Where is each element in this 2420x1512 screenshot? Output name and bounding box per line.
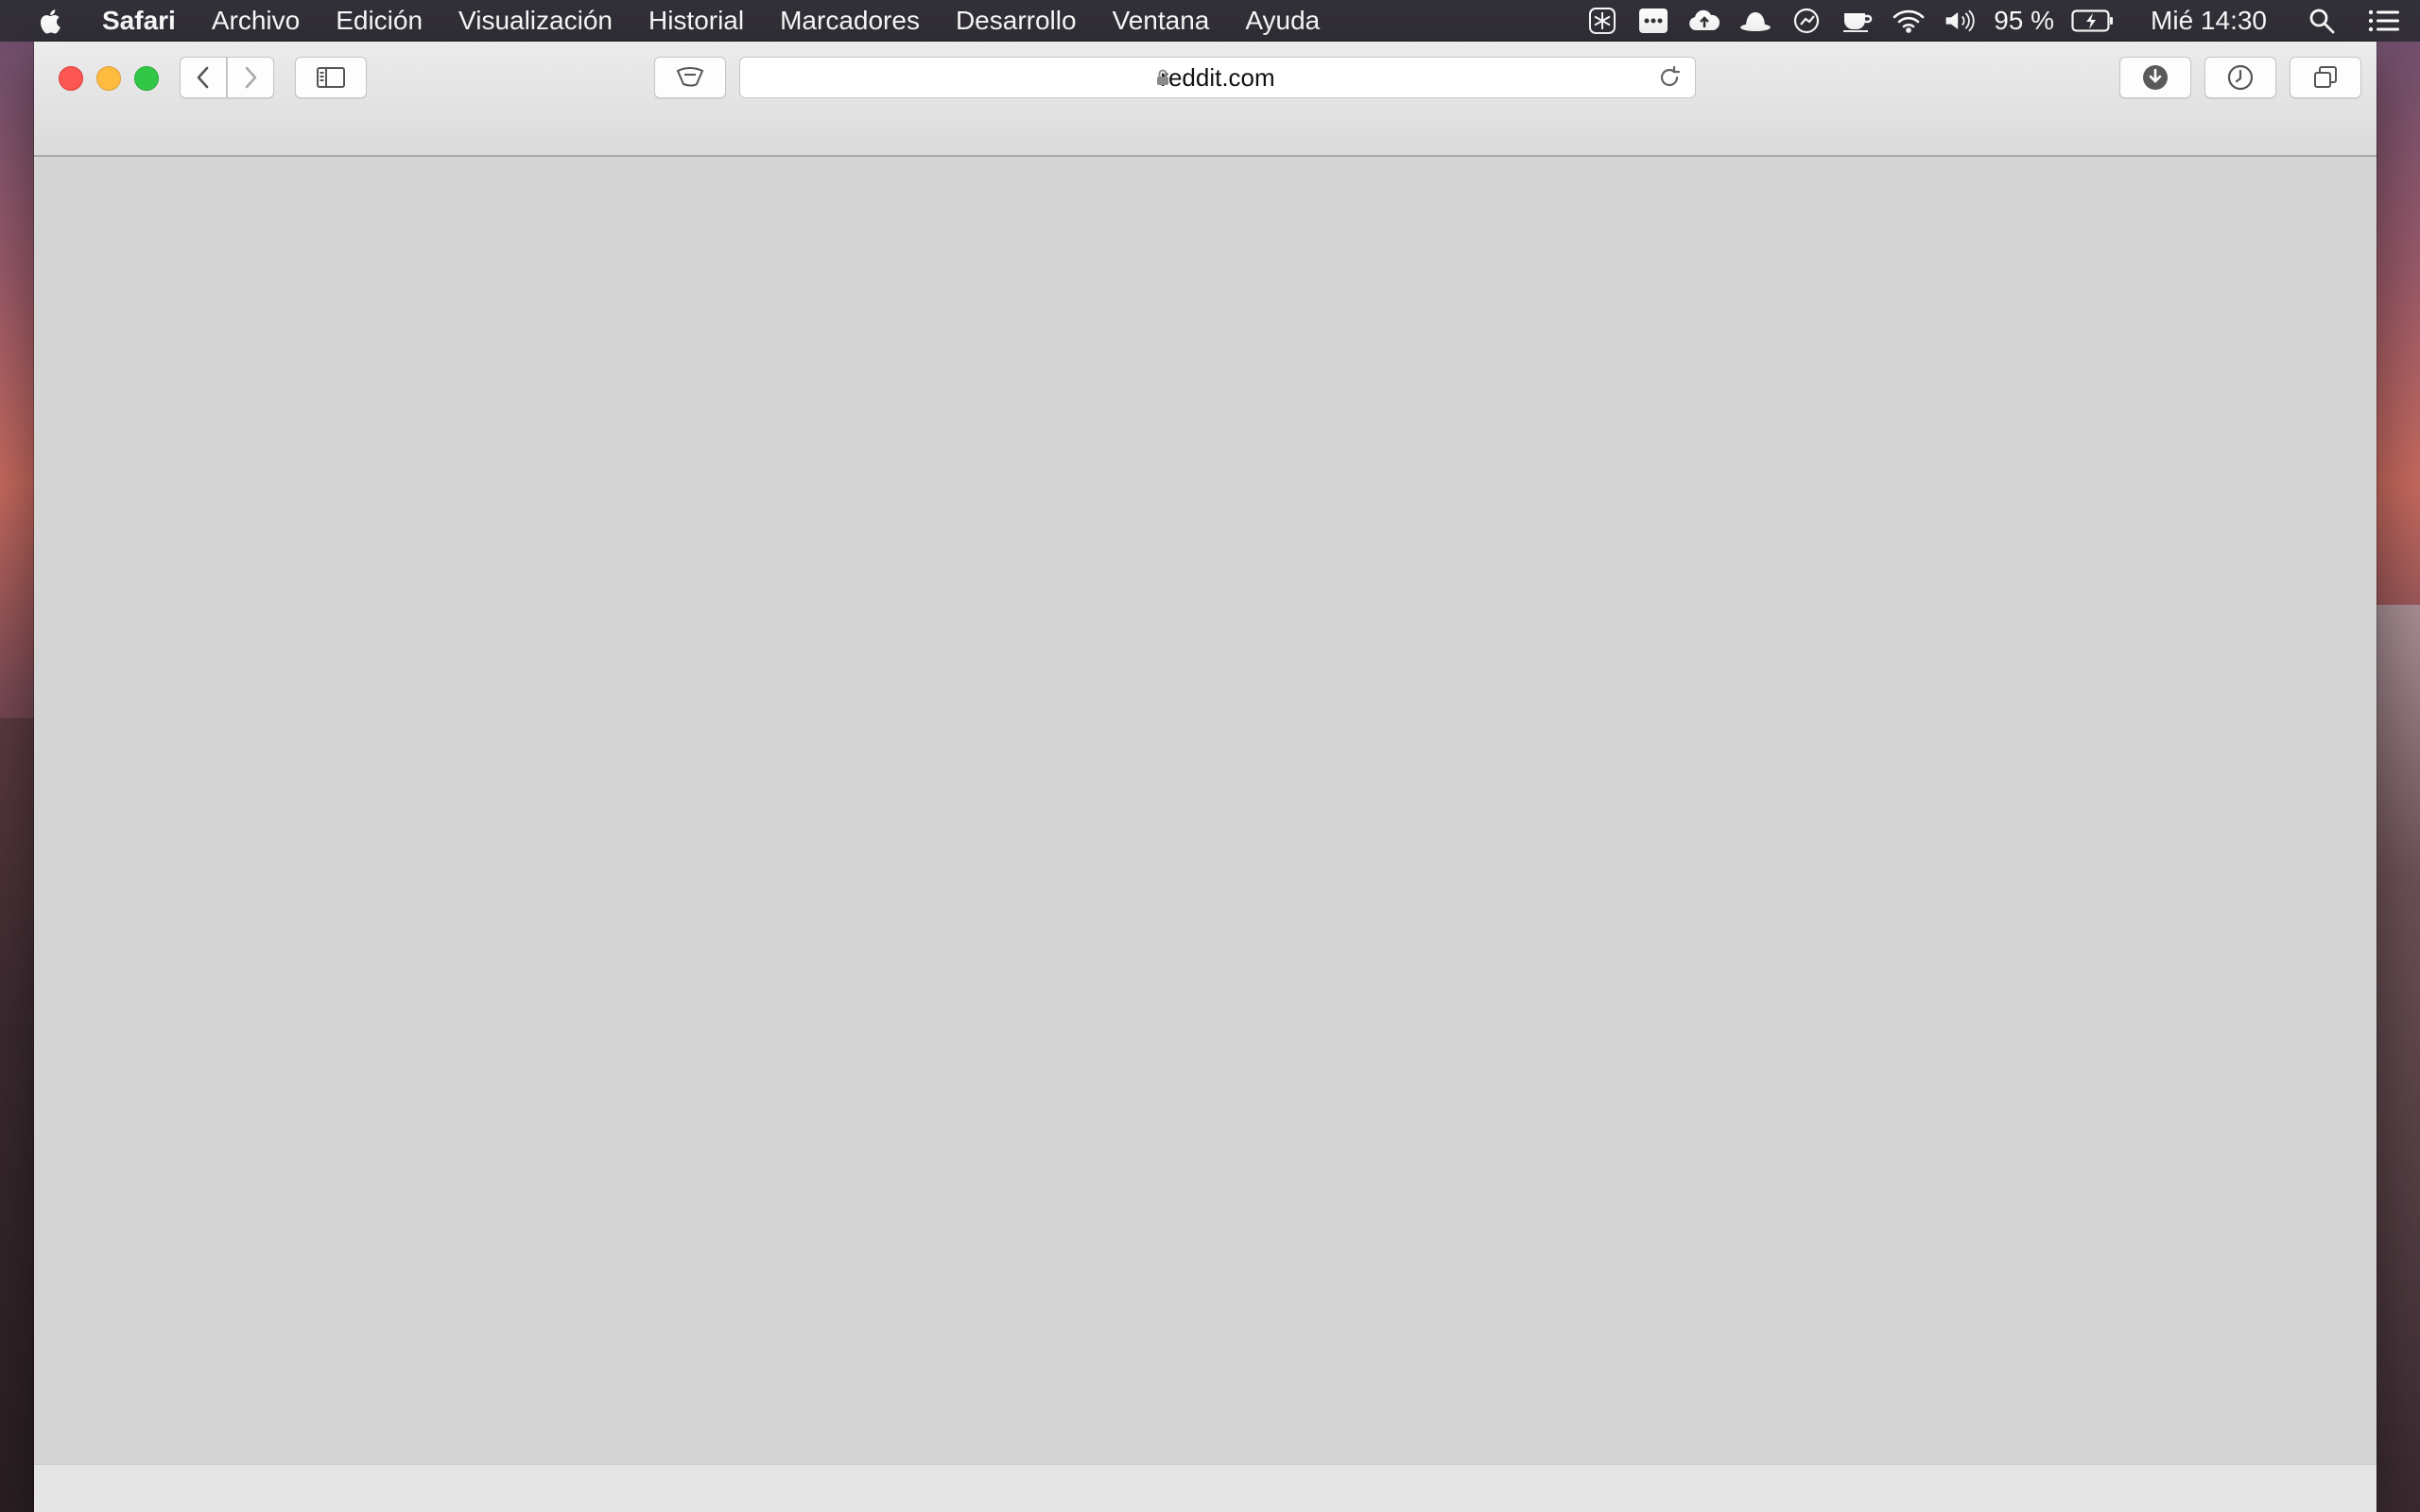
- menu-visualizacion[interactable]: Visualización: [458, 6, 613, 36]
- address-bar[interactable]: reddit.com: [739, 57, 1696, 98]
- address-url: reddit.com: [1160, 62, 1275, 92]
- back-button[interactable]: [180, 57, 227, 98]
- wallpaper-right: [2373, 605, 2420, 1512]
- chevron-right-icon: [245, 66, 257, 89]
- reload-icon[interactable]: [1657, 65, 1682, 90]
- chevron-left-icon: [197, 66, 209, 89]
- menu-app-name[interactable]: Safari: [102, 6, 176, 36]
- browser-toolbar: reddit.com: [34, 42, 2377, 157]
- sidebar-icon: [317, 67, 345, 88]
- menu-desarrollo[interactable]: Desarrollo: [956, 6, 1077, 36]
- sidebar-button[interactable]: [295, 57, 367, 98]
- download-icon: [2143, 65, 2168, 90]
- close-window-button[interactable]: [59, 66, 83, 91]
- menu-marcadores[interactable]: Marcadores: [780, 6, 920, 36]
- search-icon[interactable]: [2305, 4, 2339, 38]
- battery-percent[interactable]: 95 %: [1994, 6, 2054, 36]
- menu-extras: 95 % Mié 14:30: [1585, 0, 2420, 42]
- lock-icon: [1157, 69, 1168, 85]
- dots-icon[interactable]: [1636, 4, 1670, 38]
- menu-historial[interactable]: Historial: [648, 6, 744, 36]
- status-bar: [34, 1464, 2377, 1512]
- menu-clock[interactable]: Mié 14:30: [2151, 6, 2267, 36]
- menu-ayuda[interactable]: Ayuda: [1245, 6, 1320, 36]
- clock-icon: [2227, 64, 2254, 91]
- cloud-upload-icon[interactable]: [1687, 4, 1721, 38]
- volume-icon[interactable]: [1943, 4, 1977, 38]
- wifi-icon[interactable]: [1892, 4, 1926, 38]
- menu-edicion[interactable]: Edición: [336, 6, 423, 36]
- shield-icon: [676, 67, 704, 87]
- bowler-hat-icon[interactable]: [1738, 4, 1772, 38]
- gauge-icon[interactable]: [1789, 4, 1824, 38]
- menu-archivo[interactable]: Archivo: [212, 6, 300, 36]
- safari-window: reddit.com: [34, 42, 2377, 1512]
- minimize-window-button[interactable]: [96, 66, 121, 91]
- menu-ventana[interactable]: Ventana: [1113, 6, 1210, 36]
- zoom-window-button[interactable]: [134, 66, 159, 91]
- downloads-button[interactable]: [2119, 57, 2191, 98]
- battery-charging-icon[interactable]: [2071, 4, 2115, 38]
- menu-bar: Safari Archivo Edición Visualización His…: [0, 0, 2420, 42]
- apple-menu-icon[interactable]: [38, 6, 64, 36]
- history-button[interactable]: [2204, 57, 2276, 98]
- snowflake-icon[interactable]: [1585, 4, 1619, 38]
- tabs-icon: [2314, 66, 2337, 88]
- reader-shield-button[interactable]: [654, 57, 726, 98]
- page-content-area[interactable]: [34, 157, 2377, 1465]
- tab-overview-button[interactable]: [2290, 57, 2361, 98]
- list-icon[interactable]: [2367, 4, 2401, 38]
- forward-button[interactable]: [227, 57, 274, 98]
- coffee-cup-icon[interactable]: [1841, 4, 1875, 38]
